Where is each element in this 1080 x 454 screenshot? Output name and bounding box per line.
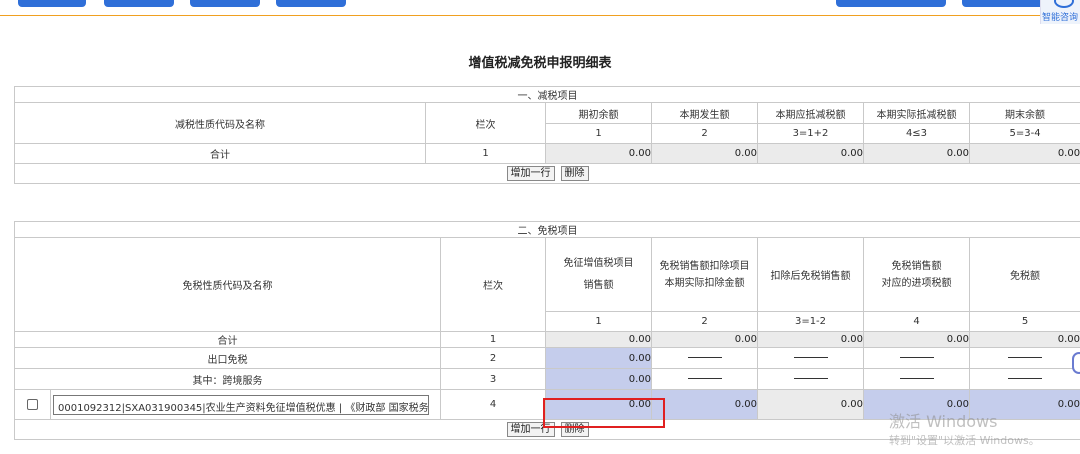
exemption-col2-line2: 本期实际扣除金额 (664, 277, 745, 289)
exemption-row-line: 1 (440, 331, 546, 348)
exemption-col1-line1: 免征增值税项目 (563, 257, 634, 269)
reduction-col-num: 3=1+2 (757, 123, 864, 144)
disabled-cell (651, 368, 758, 390)
exemption-total-value: 0.00 (969, 331, 1080, 348)
reduction-total-value: 0.00 (651, 143, 758, 164)
windows-activation-watermark: 激活 Windows 转到"设置"以激活 Windows。 (889, 408, 1040, 448)
disabled-cell (863, 347, 970, 369)
table-row: 合计 1 0.00 0.00 0.00 0.00 0.00 (14, 143, 1080, 164)
exemption-col-num: 3=1-2 (757, 311, 864, 332)
reduction-actions: 增加一行 删除 (13, 163, 1080, 184)
row-select-cell (14, 389, 51, 420)
cross-border-sales-input[interactable]: 0.00 (545, 368, 652, 390)
reduction-col-num: 1 (545, 123, 652, 144)
deduction-input[interactable]: 0.00 (651, 389, 758, 420)
watermark-line1: 激活 Windows (889, 412, 998, 431)
reduction-col-header: 本期发生额 (651, 102, 758, 124)
exemption-total-value: 0.00 (545, 331, 652, 348)
reduction-name-header: 减税性质代码及名称 (14, 102, 426, 144)
exemption-col-num: 1 (545, 311, 652, 332)
disabled-cell (757, 347, 864, 369)
exemption-col4-header: 免税销售额 对应的进项税额 (863, 237, 970, 312)
disabled-cell (969, 368, 1080, 390)
exemption-row-label: 合计 (14, 331, 441, 348)
smart-assistant[interactable]: 智能咨询 (1040, 0, 1080, 24)
exemption-total-value: 0.00 (757, 331, 864, 348)
exemption-code-cell: 0001092312|SXA031900345|农业生产资料免征增值税优惠 | … (50, 389, 441, 420)
exemption-total-value: 0.00 (863, 331, 970, 348)
delete-row-button[interactable]: 删除 (560, 166, 589, 181)
reduction-total-value: 0.00 (863, 143, 970, 164)
reduction-col-header: 期初余额 (545, 102, 652, 124)
exemption-col-num: 4 (863, 311, 970, 332)
toolbar-button-4[interactable] (276, 0, 346, 7)
exemption-col1-line2: 销售额 (583, 279, 614, 291)
reduction-total-value: 0.00 (757, 143, 864, 164)
reduction-total-label: 合计 (14, 143, 426, 164)
exemption-col-num: 5 (969, 311, 1080, 332)
exemption-code-select[interactable]: 0001092312|SXA031900345|农业生产资料免征增值税优惠 | … (53, 394, 429, 415)
export-exempt-sales-input[interactable]: 0.00 (545, 347, 652, 369)
reduction-total-value: 0.00 (545, 143, 652, 164)
page-title: 增值税减免税申报明细表 (468, 56, 612, 71)
assistant-icon (1054, 0, 1074, 8)
exemption-col1-header: 免征增值税项目 销售额 (545, 237, 652, 312)
exemption-col2-line1: 免税销售额扣除项目 (659, 260, 750, 272)
exemption-row-line: 4 (440, 389, 546, 420)
exemption-col5-header: 免税额 (969, 237, 1080, 312)
table-row: 合计 1 0.00 0.00 0.00 0.00 0.00 (14, 331, 1080, 348)
watermark-line2: 转到"设置"以激活 Windows。 (889, 434, 1040, 447)
top-toolbar (0, 0, 1080, 16)
disabled-cell (757, 368, 864, 390)
reduction-col-header: 本期应抵减税额 (757, 102, 864, 124)
reduction-col-header: 本期实际抵减税额 (863, 102, 970, 124)
exemption-row-line: 2 (440, 347, 546, 369)
exemption-section-label: 二、免税项目 (14, 221, 1080, 238)
row-checkbox[interactable] (27, 398, 38, 410)
disabled-cell (651, 347, 758, 369)
add-row-button[interactable]: 增加一行 (506, 166, 555, 181)
toolbar-button-3[interactable] (190, 0, 260, 7)
exemption-row-line: 3 (440, 368, 546, 390)
exemption-line-header: 栏次 (440, 237, 546, 332)
reduction-col-num: 2 (651, 123, 758, 144)
disabled-cell (969, 347, 1080, 369)
reduction-section-label: 一、减税项目 (13, 86, 1080, 103)
assistant-label: 智能咨询 (1042, 13, 1078, 23)
reduction-table: 一、减税项目 减税性质代码及名称 栏次 期初余额 本期发生额 本期应抵减税额 本… (13, 86, 1080, 184)
side-widget-handle[interactable] (1072, 352, 1080, 374)
reduction-col-num: 5=3-4 (968, 123, 1080, 144)
reduction-line-header: 栏次 (425, 102, 546, 144)
disabled-cell (863, 368, 970, 390)
toolbar-button-5[interactable] (836, 0, 946, 7)
toolbar-button-6[interactable] (962, 0, 1046, 7)
reduction-total-value: 0.00 (968, 143, 1080, 164)
exemption-row-label: 其中：跨境服务 (14, 368, 441, 390)
exemption-col4-line1: 免税销售额 (891, 260, 942, 272)
exemption-col3-header: 扣除后免税销售额 (757, 237, 864, 312)
exemption-col4-line2: 对应的进项税额 (881, 277, 952, 289)
table-row: 其中：跨境服务 3 0.00 (14, 368, 1080, 390)
exemption-row-label: 出口免税 (14, 347, 441, 369)
highlight-box (543, 398, 665, 428)
toolbar-button-1[interactable] (18, 0, 86, 7)
exemption-col2-header: 免税销售额扣除项目 本期实际扣除金额 (651, 237, 758, 312)
exemption-total-value: 0.00 (651, 331, 758, 348)
reduction-col-num: 4≤3 (863, 123, 970, 144)
toolbar-button-2[interactable] (104, 0, 174, 7)
exemption-col-num: 2 (651, 311, 758, 332)
reduction-total-line: 1 (425, 143, 546, 164)
table-row: 出口免税 2 0.00 (14, 347, 1080, 369)
after-deduction-value: 0.00 (757, 389, 864, 420)
reduction-col-header: 期末余额 (968, 102, 1080, 124)
exemption-name-header: 免税性质代码及名称 (14, 237, 441, 332)
